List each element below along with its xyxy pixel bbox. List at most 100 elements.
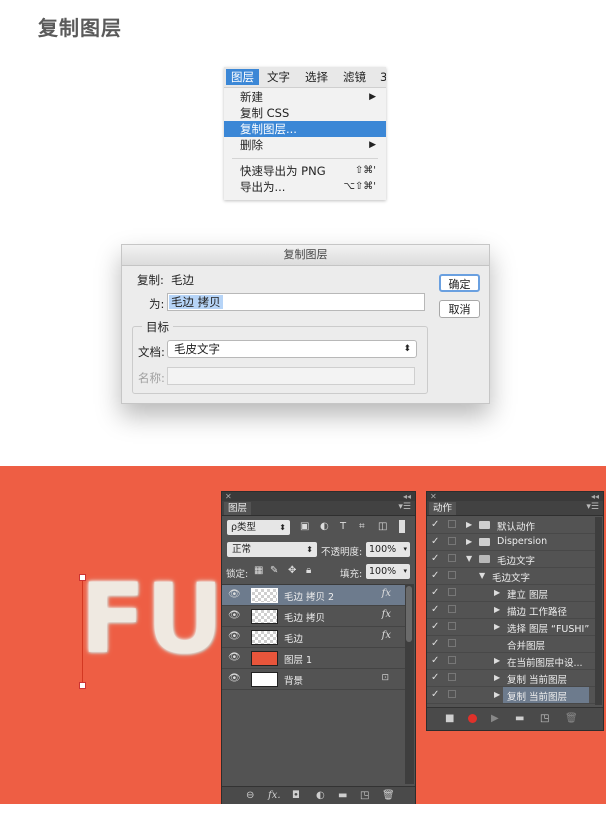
expand-triangle-icon[interactable]: ▶ [494, 690, 500, 699]
visibility-eye-icon[interactable]: 👁︎ [228, 652, 241, 663]
smart-object-filter-icon[interactable]: ◫ [378, 521, 387, 532]
dialog-toggle-icon[interactable] [448, 571, 456, 579]
action-step-row[interactable]: ✓ ▶ 描边 工作路径 [427, 602, 595, 619]
new-layer-icon[interactable]: ◳ [360, 790, 369, 801]
dialog-toggle-icon[interactable] [448, 537, 456, 545]
close-icon[interactable]: ✕ [225, 492, 232, 501]
action-step-row[interactable]: ✓ ▶ 在当前图层中设... [427, 653, 595, 670]
menu-item-export-as[interactable]: 导出为... ⌥⇧⌘' [224, 179, 386, 195]
pixel-filter-icon[interactable]: ▣ [300, 521, 309, 532]
visibility-eye-icon[interactable]: 👁︎ [228, 610, 241, 621]
fx-icon[interactable]: fx [382, 609, 391, 620]
expand-triangle-icon[interactable]: ▶ [494, 588, 500, 597]
check-icon[interactable]: ✓ [431, 570, 439, 581]
filter-toggle[interactable] [399, 520, 405, 533]
adjustment-filter-icon[interactable]: ◐ [320, 521, 329, 532]
action-set-row[interactable]: ✓ ▶ 默认动作 [427, 517, 595, 534]
layer-row[interactable]: 👁︎ 毛边 拷贝 2 fx [222, 585, 405, 606]
check-icon[interactable]: ✓ [431, 672, 439, 683]
panel-menu-icon[interactable]: ▾☰ [398, 502, 411, 512]
panel-menu-icon[interactable]: ▾☰ [586, 502, 599, 512]
check-icon[interactable]: ✓ [431, 536, 439, 547]
action-row[interactable]: ✓ ▼ 毛边文字 [427, 568, 595, 585]
check-icon[interactable]: ✓ [431, 587, 439, 598]
link-icon[interactable]: ⊖ [246, 790, 254, 801]
layer-row[interactable]: 👁︎ 毛边 fx [222, 627, 405, 648]
menu-item-quick-export-png[interactable]: 快速导出为 PNG ⇧⌘' [224, 163, 386, 179]
layer-row[interactable]: 👁︎ 背景 ⊡ [222, 669, 405, 690]
action-step-row[interactable]: ✓ ▶ 建立 图层 [427, 585, 595, 602]
menubar-item-select[interactable]: 选择 [300, 69, 333, 85]
trash-icon[interactable]: 🗑︎ [382, 790, 395, 801]
collapse-triangle-icon[interactable]: ▼ [466, 554, 472, 563]
transform-handle[interactable] [79, 574, 86, 581]
dialog-toggle-icon[interactable] [448, 639, 456, 647]
lock-image-icon[interactable]: ✎ [270, 565, 278, 576]
dialog-toggle-icon[interactable] [448, 520, 456, 528]
dialog-toggle-icon[interactable] [448, 605, 456, 613]
adjustment-icon[interactable]: ◐ [316, 790, 325, 801]
collapse-triangle-icon[interactable]: ▼ [479, 571, 485, 580]
fx-icon[interactable]: fx [382, 588, 391, 599]
dialog-toggle-icon[interactable] [448, 656, 456, 664]
menubar-item-type[interactable]: 文字 [262, 69, 295, 85]
blend-mode-select[interactable]: 正常 ⬍ [227, 542, 317, 557]
action-step-row[interactable]: ✓ ▶ 选择 图层 “FUSHI” [427, 619, 595, 636]
layer-row[interactable]: 👁︎ 毛边 拷贝 fx [222, 606, 405, 627]
layer-row[interactable]: 👁︎ 图层 1 [222, 648, 405, 669]
expand-triangle-icon[interactable]: ▶ [494, 673, 500, 682]
folder-icon[interactable]: ▬ [515, 713, 524, 724]
expand-triangle-icon[interactable]: ▶ [466, 520, 472, 529]
fill-input[interactable]: 100% ▾ [366, 564, 410, 579]
menubar-item-3d[interactable]: 3 [375, 69, 386, 85]
menubar-item-layer[interactable]: 图层 [226, 69, 259, 85]
check-icon[interactable]: ✓ [431, 553, 439, 564]
transform-handle[interactable] [79, 682, 86, 689]
dialog-toggle-icon[interactable] [448, 622, 456, 630]
stop-icon[interactable]: ■ [445, 713, 454, 724]
new-action-icon[interactable]: ◳ [540, 713, 549, 724]
check-icon[interactable]: ✓ [431, 621, 439, 632]
trash-icon[interactable]: 🗑︎ [565, 713, 578, 724]
dialog-toggle-icon[interactable] [448, 673, 456, 681]
action-step-row[interactable]: ✓ 合并图层 [427, 636, 595, 653]
dialog-toggle-icon[interactable] [448, 554, 456, 562]
folder-icon[interactable]: ▬ [338, 790, 347, 801]
menu-item-copy-css[interactable]: 复制 CSS [224, 105, 386, 121]
menu-item-new[interactable]: 新建 ▶ [224, 89, 386, 105]
scrollbar-thumb[interactable] [406, 586, 412, 642]
type-filter-icon[interactable]: T [340, 521, 346, 532]
visibility-eye-icon[interactable]: 👁︎ [228, 589, 241, 600]
collapse-icon[interactable]: ◂◂ [403, 492, 411, 501]
fx-icon[interactable]: fx. [268, 790, 281, 801]
dialog-toggle-icon[interactable] [448, 588, 456, 596]
menu-item-duplicate-layer[interactable]: 复制图层... [224, 121, 386, 137]
tab-layers[interactable]: 图层 [224, 502, 252, 515]
mask-icon[interactable]: ◘ [292, 790, 300, 801]
visibility-eye-icon[interactable]: 👁︎ [228, 631, 241, 642]
collapse-icon[interactable]: ◂◂ [591, 492, 599, 501]
tab-actions[interactable]: 动作 [429, 502, 457, 515]
cancel-button[interactable]: 取消 [439, 300, 480, 318]
expand-triangle-icon[interactable]: ▶ [494, 656, 500, 665]
action-step-row[interactable]: ✓ ▶ 复制 当前图层 [427, 687, 595, 704]
shape-filter-icon[interactable]: ⌗ [359, 521, 365, 532]
action-step-row[interactable]: ✓ ▶ 复制 当前图层 [427, 670, 595, 687]
dialog-toggle-icon[interactable] [448, 690, 456, 698]
lock-transparent-icon[interactable]: ▦ [254, 565, 263, 576]
check-icon[interactable]: ✓ [431, 519, 439, 530]
lock-position-icon[interactable]: ✥ [288, 565, 296, 576]
expand-triangle-icon[interactable]: ▶ [494, 622, 500, 631]
lock-all-icon[interactable]: 🔒︎ [306, 565, 311, 576]
expand-triangle-icon[interactable]: ▶ [466, 537, 472, 546]
check-icon[interactable]: ✓ [431, 655, 439, 666]
check-icon[interactable]: ✓ [431, 604, 439, 615]
menu-item-delete[interactable]: 删除 ▶ [224, 137, 386, 153]
fx-icon[interactable]: fx [382, 630, 391, 641]
as-name-input[interactable]: 毛边 拷贝 [167, 293, 425, 311]
play-icon[interactable]: ▶ [491, 713, 499, 724]
expand-triangle-icon[interactable]: ▶ [494, 605, 500, 614]
close-icon[interactable]: ✕ [430, 492, 437, 501]
check-icon[interactable]: ✓ [431, 689, 439, 700]
actions-scrollbar[interactable] [595, 517, 602, 705]
